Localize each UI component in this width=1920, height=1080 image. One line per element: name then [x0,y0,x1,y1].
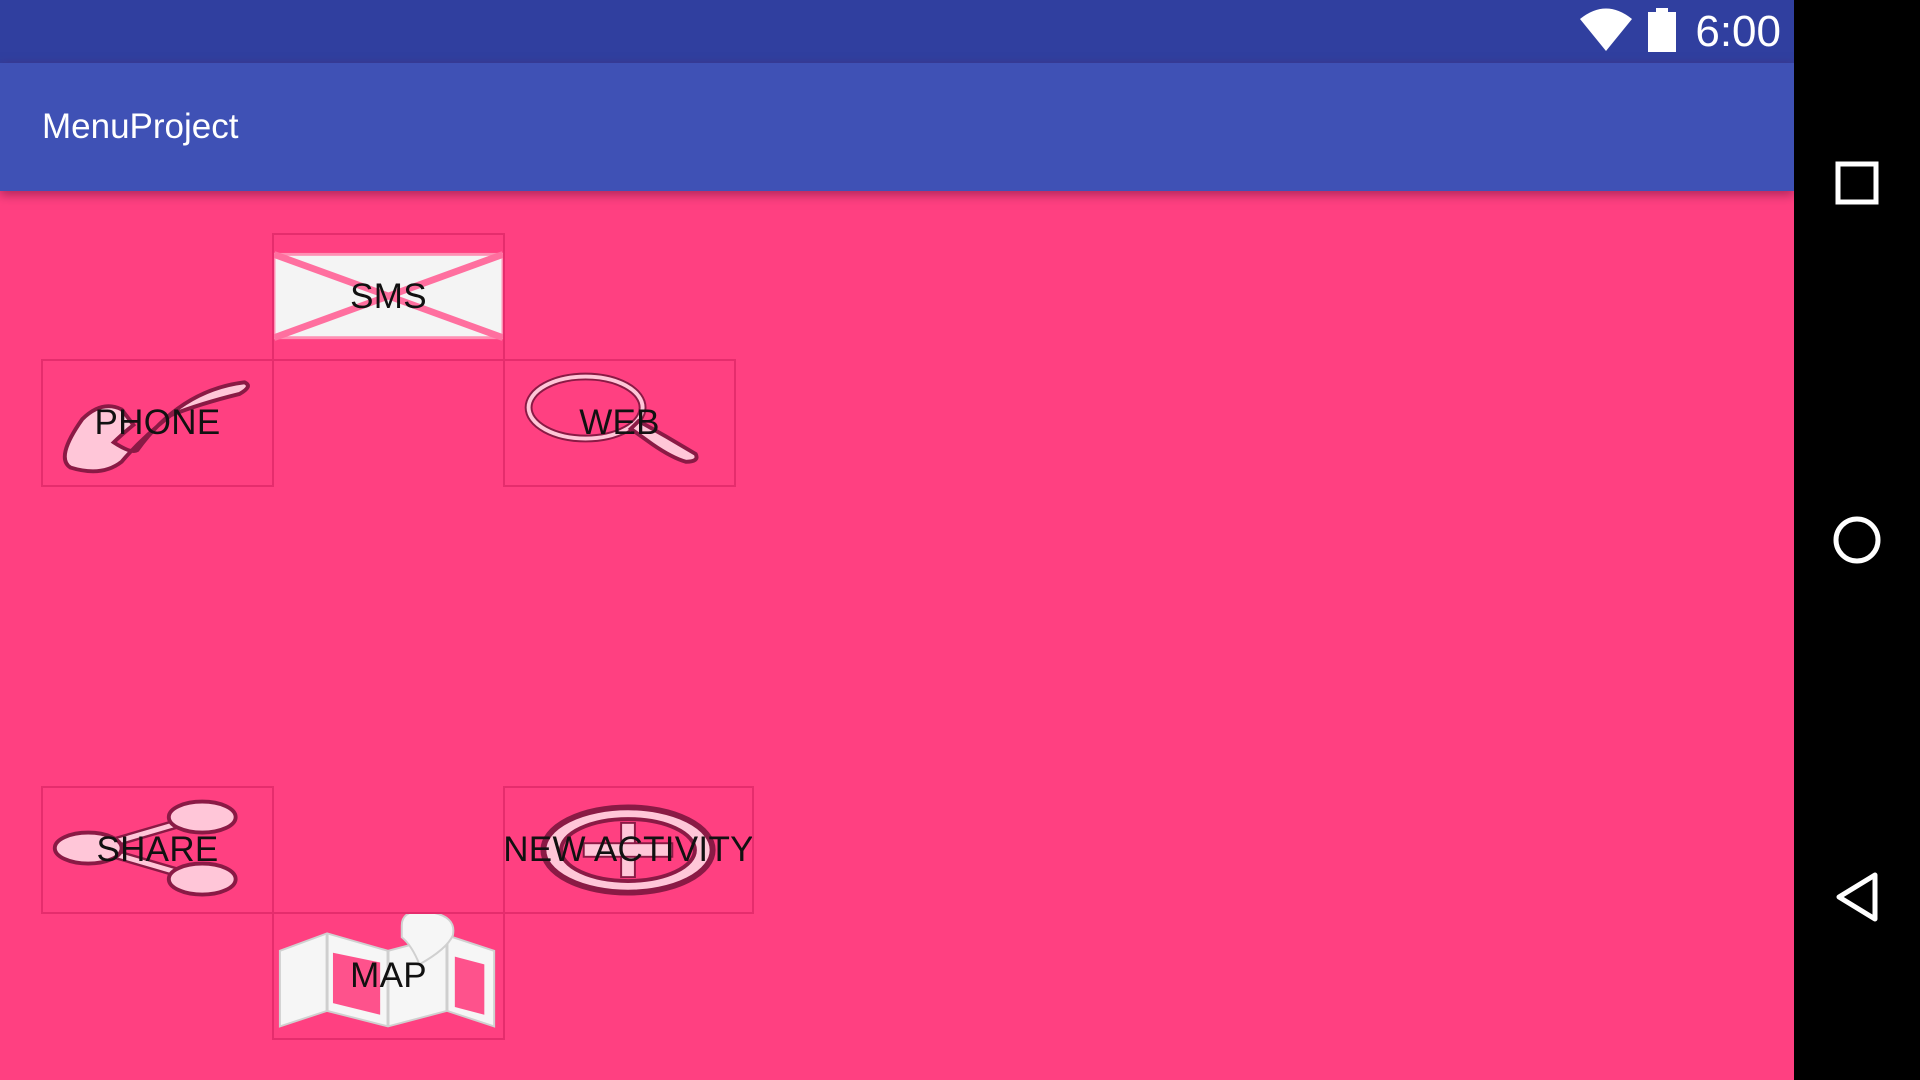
web-label: WEB [579,403,660,442]
back-icon [1836,872,1878,922]
new-activity-label: NEW ACTIVITY [503,830,754,869]
status-bar: 6:00 [0,0,1794,63]
phone-label: PHONE [94,403,221,442]
status-icons: 6:00 [1579,0,1781,63]
status-clock: 6:00 [1695,6,1781,56]
app-bar: MenuProject [0,63,1794,191]
content-area: SMS PHONE WEB SHARE NEW ACTIVITY MAP [0,191,1794,1080]
app-title: MenuProject [42,107,239,146]
sms-button[interactable]: SMS [272,233,505,361]
app-screen: 6:00 MenuProject SMS PHONE WEB SHARE NEW… [0,0,1794,1080]
web-button[interactable]: WEB [503,359,736,487]
recents-icon [1835,161,1879,205]
home-button[interactable] [1794,485,1920,595]
share-button[interactable]: SHARE [41,786,274,914]
back-button[interactable] [1794,842,1920,952]
navigation-bar [1794,0,1920,1080]
new-activity-button[interactable]: NEW ACTIVITY [503,786,754,914]
recents-button[interactable] [1794,128,1920,238]
battery-icon [1647,7,1677,56]
map-button[interactable]: MAP [272,912,505,1040]
share-label: SHARE [96,830,219,869]
home-icon [1833,516,1881,564]
sms-label: SMS [350,277,427,316]
wifi-icon [1579,8,1633,56]
map-label: MAP [350,956,427,995]
phone-button[interactable]: PHONE [41,359,274,487]
